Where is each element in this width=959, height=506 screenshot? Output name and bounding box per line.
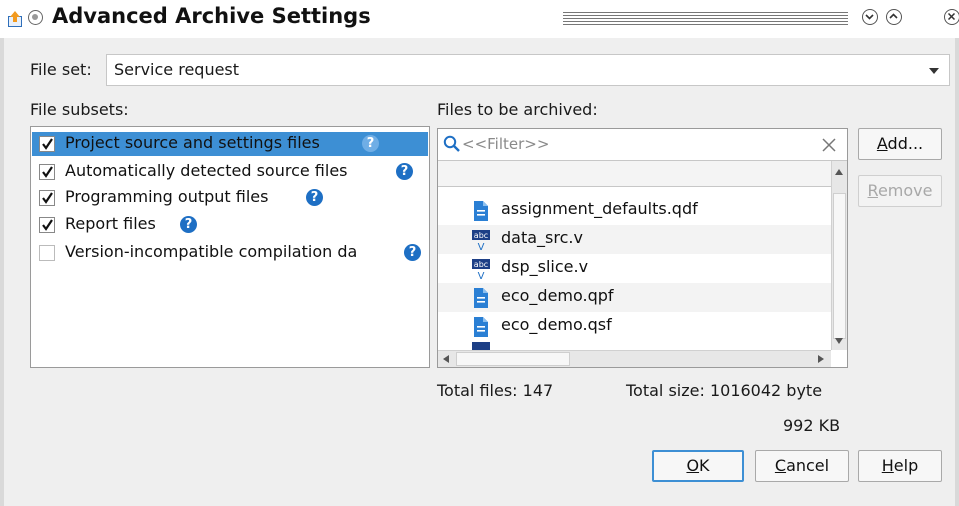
ok-button[interactable]: OK (652, 450, 744, 482)
file-name: eco_demo.qsf (501, 315, 612, 334)
file-row[interactable]: abc V dsp_slice.v (438, 254, 831, 283)
text-file-icon (474, 201, 488, 221)
vertical-scrollbar[interactable] (831, 161, 847, 350)
help-button[interactable]: Help (858, 450, 942, 482)
file-subsets-list[interactable]: Project source and settings files ? Auto… (30, 126, 430, 368)
dropdown-arrow-icon[interactable] (929, 68, 939, 74)
checkbox-project-source[interactable] (39, 136, 55, 152)
text-file-icon (474, 317, 488, 337)
subset-label: Report files (65, 214, 156, 233)
remove-button[interactable]: Remove (858, 175, 942, 207)
help-question-icon[interactable]: ? (306, 189, 323, 206)
scroll-down-arrow-icon[interactable] (835, 338, 843, 344)
subset-label: Automatically detected source files (65, 161, 348, 180)
files-to-archive-label: Files to be archived: (437, 100, 598, 119)
archive-app-icon (8, 11, 22, 27)
advanced-archive-settings-dialog: Advanced Archive Settings File set: Serv… (0, 0, 959, 506)
subset-label: Programming output files (65, 187, 269, 206)
subset-item-programming-output[interactable]: Programming output files ? (32, 186, 428, 210)
file-name: assignment_defaults.qdf (501, 199, 698, 218)
horizontal-scroll-thumb[interactable] (456, 352, 570, 366)
window-border-left (0, 38, 4, 506)
verilog-file-icon: abc V (472, 259, 490, 280)
text-file-icon (474, 288, 488, 308)
checkbox-version-incompatible[interactable] (39, 245, 55, 261)
files-to-archive-list[interactable]: assignment_defaults.qdf abc V data_src.v… (437, 128, 848, 368)
total-size-kb-text: 992 KB (783, 416, 841, 435)
file-row[interactable]: assignment_defaults.qdf (438, 196, 831, 225)
svg-text:V: V (478, 242, 485, 251)
close-icon[interactable] (944, 9, 959, 25)
subset-label: Version-incompatible compilation da (65, 242, 358, 261)
verilog-file-icon: abc V (472, 230, 490, 251)
svg-text:abc: abc (474, 231, 488, 240)
svg-text:abc: abc (474, 260, 488, 269)
file-set-combobox[interactable]: Service request (106, 54, 950, 86)
subset-item-report-files[interactable]: Report files ? (32, 213, 428, 237)
window-border-right (955, 38, 959, 506)
svg-text:V: V (478, 271, 485, 280)
file-set-value: Service request (114, 60, 240, 79)
help-question-icon[interactable]: ? (396, 163, 413, 180)
file-name: data_src.v (501, 228, 583, 247)
file-name: dsp_slice.v (501, 257, 589, 276)
file-name: eco_demo.qpf (501, 286, 614, 305)
cancel-button[interactable]: Cancel (755, 450, 849, 482)
help-question-icon[interactable]: ? (180, 216, 197, 233)
window-title: Advanced Archive Settings (52, 4, 371, 28)
minimize-chevron-down-icon[interactable] (862, 9, 878, 25)
scroll-left-arrow-icon[interactable] (443, 355, 449, 363)
file-row[interactable]: eco_demo.qpf (438, 283, 831, 312)
file-subsets-label: File subsets: (30, 100, 129, 119)
subset-label: Project source and settings files (65, 133, 320, 152)
subset-item-project-source[interactable]: Project source and settings files ? (32, 132, 428, 156)
search-icon (443, 135, 460, 152)
scroll-up-arrow-icon[interactable] (835, 169, 843, 175)
file-set-label: File set: (30, 60, 92, 79)
horizontal-scrollbar[interactable] (438, 350, 831, 367)
filter-bar (438, 129, 847, 161)
help-question-icon[interactable]: ? (404, 244, 421, 261)
file-list-header[interactable] (438, 161, 831, 187)
scroll-right-arrow-icon[interactable] (818, 355, 824, 363)
partial-file-icon (472, 342, 490, 350)
file-row[interactable]: eco_demo.qsf (438, 312, 831, 341)
title-grip (563, 12, 848, 27)
vertical-scroll-thumb[interactable] (833, 193, 846, 339)
filter-input[interactable] (462, 133, 802, 155)
total-files-text: Total files: 147 (437, 381, 554, 400)
pin-icon[interactable] (28, 10, 43, 25)
total-size-text: Total size: 1016042 byte (626, 381, 823, 400)
file-row[interactable]: abc V data_src.v (438, 225, 831, 254)
maximize-chevron-up-icon[interactable] (886, 9, 902, 25)
title-bar[interactable]: Advanced Archive Settings (0, 0, 959, 38)
help-question-icon[interactable]: ? (362, 135, 379, 152)
add-button[interactable]: Add... (858, 128, 942, 160)
clear-filter-icon[interactable] (821, 137, 837, 153)
checkbox-programming-output[interactable] (39, 190, 55, 206)
checkbox-auto-detected[interactable] (39, 164, 55, 180)
subset-item-auto-detected[interactable]: Automatically detected source files ? (32, 160, 428, 184)
checkbox-report-files[interactable] (39, 217, 55, 233)
subset-item-version-incompatible[interactable]: Version-incompatible compilation da ? (32, 241, 428, 265)
